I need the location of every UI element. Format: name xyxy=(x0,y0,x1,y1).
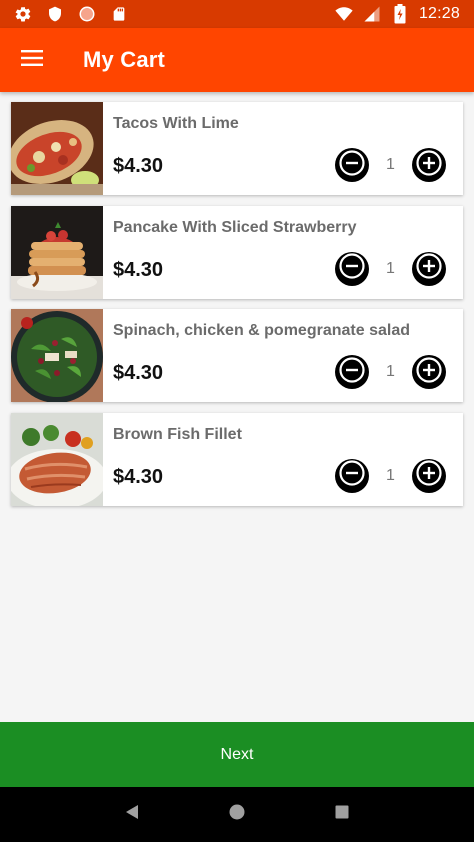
quantity-stepper: 1 xyxy=(335,148,446,182)
item-price: $4.30 xyxy=(113,465,164,488)
home-button[interactable] xyxy=(217,795,257,835)
quantity-value: 1 xyxy=(386,466,395,484)
sd-card-icon xyxy=(110,5,128,23)
status-right-icons: 12:28 xyxy=(335,4,460,24)
minus-circle-icon xyxy=(339,149,365,181)
decrease-button[interactable] xyxy=(335,148,369,182)
status-bar: 12:28 xyxy=(0,0,474,28)
quantity-stepper: 1 xyxy=(335,251,446,286)
tacos-image xyxy=(11,102,103,195)
recents-icon xyxy=(334,804,350,825)
quantity-value: 1 xyxy=(386,259,395,277)
back-icon xyxy=(124,803,140,826)
increase-button[interactable] xyxy=(412,251,446,286)
status-left-icons xyxy=(14,5,128,23)
item-name: Pancake With Sliced Strawberry xyxy=(113,218,357,236)
plus-circle-icon xyxy=(416,149,442,181)
cart-item: Pancake With Sliced Strawberry $4.30 1 xyxy=(11,205,463,299)
item-name: Tacos With Lime xyxy=(113,115,239,132)
signal-icon xyxy=(363,5,381,23)
cart-item: Tacos With Lime $4.30 1 xyxy=(11,102,463,195)
home-icon xyxy=(228,803,246,826)
decrease-button[interactable] xyxy=(335,355,369,389)
battery-icon xyxy=(391,4,409,24)
item-price: $4.30 xyxy=(113,258,164,281)
quantity-stepper: 1 xyxy=(335,458,446,493)
recents-button[interactable] xyxy=(322,795,362,835)
cart-item: Spinach, chicken & pomegranate salad $4.… xyxy=(11,309,463,402)
system-nav-bar xyxy=(0,787,474,842)
plus-circle-icon xyxy=(416,460,442,491)
minus-circle-icon xyxy=(339,460,365,491)
record-icon xyxy=(78,5,96,23)
shield-icon xyxy=(46,5,64,23)
cart-item-body: Brown Fish Fillet $4.30 1 xyxy=(103,413,463,506)
menu-icon xyxy=(21,49,43,71)
cart-item-body: Pancake With Sliced Strawberry $4.30 1 xyxy=(103,206,463,299)
cart-list: Tacos With Lime $4.30 1 Pancake With Sli… xyxy=(11,102,463,516)
plus-circle-icon xyxy=(416,253,442,284)
menu-button[interactable] xyxy=(0,28,64,92)
quantity-stepper: 1 xyxy=(335,355,446,389)
salad-image xyxy=(11,309,103,402)
fish-image xyxy=(11,412,103,506)
increase-button[interactable] xyxy=(412,355,446,389)
cart-item-body: Tacos With Lime $4.30 1 xyxy=(103,102,463,195)
app-bar: My Cart xyxy=(0,28,474,92)
wifi-icon xyxy=(335,5,353,23)
cart-item-body: Spinach, chicken & pomegranate salad $4.… xyxy=(103,309,463,402)
status-time: 12:28 xyxy=(418,5,460,22)
pancake-image xyxy=(11,205,103,299)
next-button[interactable]: Next xyxy=(0,722,474,787)
page-title: My Cart xyxy=(83,47,166,72)
settings-icon xyxy=(14,5,32,23)
item-price: $4.30 xyxy=(113,155,164,177)
increase-button[interactable] xyxy=(412,148,446,182)
decrease-button[interactable] xyxy=(335,251,369,286)
minus-circle-icon xyxy=(339,253,365,284)
item-name: Brown Fish Fillet xyxy=(113,425,242,443)
quantity-value: 1 xyxy=(386,363,395,380)
minus-circle-icon xyxy=(339,356,365,388)
item-price: $4.30 xyxy=(113,362,164,384)
decrease-button[interactable] xyxy=(335,458,369,493)
item-name: Spinach, chicken & pomegranate salad xyxy=(113,322,410,339)
back-button[interactable] xyxy=(112,795,152,835)
quantity-value: 1 xyxy=(386,156,395,173)
cart-item: Brown Fish Fillet $4.30 1 xyxy=(11,412,463,506)
plus-circle-icon xyxy=(416,356,442,388)
increase-button[interactable] xyxy=(412,458,446,493)
